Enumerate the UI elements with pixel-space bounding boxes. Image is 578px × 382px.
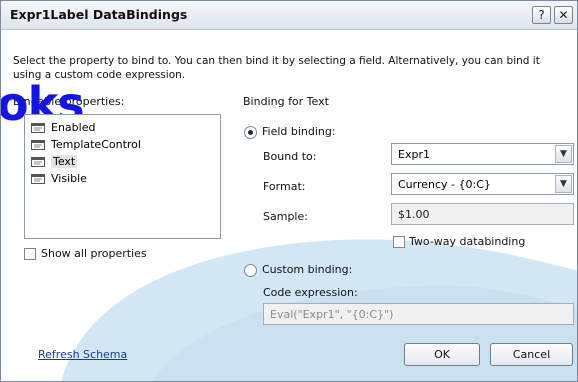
list-item-label: Visible [51, 171, 87, 185]
list-item-label: Text [51, 154, 78, 168]
chevron-down-icon[interactable]: ▼ [555, 145, 572, 163]
dialog-title: Expr1Label DataBindings [10, 7, 188, 22]
show-all-properties-label: Show all properties [41, 247, 147, 260]
code-expression-value: Eval("Expr1", "{0:C}") [270, 308, 394, 321]
bound-to-value: Expr1 [398, 148, 430, 161]
format-value: Currency - {0:C} [398, 178, 491, 191]
property-icon [31, 172, 45, 184]
property-icon [31, 155, 45, 167]
field-binding-label: Field binding: [262, 125, 336, 138]
refresh-schema-link[interactable]: Refresh Schema [38, 348, 127, 361]
list-item[interactable]: Visible [31, 170, 87, 186]
two-way-databinding-label: Two-way databinding [409, 235, 526, 248]
custom-binding-label: Custom binding: [262, 263, 353, 276]
list-item[interactable]: TemplateControl [31, 136, 141, 152]
list-item[interactable]: Text [31, 153, 78, 169]
list-item-label: TemplateControl [51, 137, 141, 151]
properties-list[interactable]: Enabled TemplateControl Text Visible [24, 114, 221, 239]
format-label: Format: [263, 180, 306, 193]
close-icon: ✕ [558, 8, 569, 22]
bound-to-dropdown[interactable]: Expr1 ▼ [391, 143, 574, 165]
chevron-down-icon[interactable]: ▼ [555, 175, 572, 193]
sample-field: $1.00 [391, 203, 574, 225]
ok-button[interactable]: OK [404, 343, 480, 366]
help-button[interactable]: ? [532, 6, 551, 24]
show-all-properties-checkbox[interactable] [24, 248, 36, 260]
close-button[interactable]: ✕ [554, 6, 573, 24]
field-binding-radio[interactable] [244, 126, 257, 139]
databindings-dialog: Expr1Label DataBindings ? ✕ Select the p… [0, 0, 578, 382]
custom-binding-radio[interactable] [244, 264, 257, 277]
code-expression-label: Code expression: [263, 286, 358, 299]
list-item[interactable]: Enabled [31, 119, 95, 135]
sample-value: $1.00 [398, 208, 430, 221]
list-item-label: Enabled [51, 120, 96, 134]
sample-label: Sample: [263, 210, 308, 223]
property-icon [31, 121, 45, 133]
instructions-text: Select the property to bind to. You can … [13, 55, 540, 81]
two-way-databinding-checkbox[interactable] [393, 236, 405, 248]
help-icon: ? [538, 8, 545, 22]
property-icon [31, 138, 45, 150]
binding-group-label: Binding for Text [243, 95, 329, 108]
bound-to-label: Bound to: [263, 150, 317, 163]
title-bar: Expr1Label DataBindings ? ✕ [1, 1, 577, 30]
format-dropdown[interactable]: Currency - {0:C} ▼ [391, 173, 574, 195]
code-expression-input[interactable]: Eval("Expr1", "{0:C}") [263, 303, 574, 325]
cancel-button[interactable]: Cancel [490, 343, 573, 366]
